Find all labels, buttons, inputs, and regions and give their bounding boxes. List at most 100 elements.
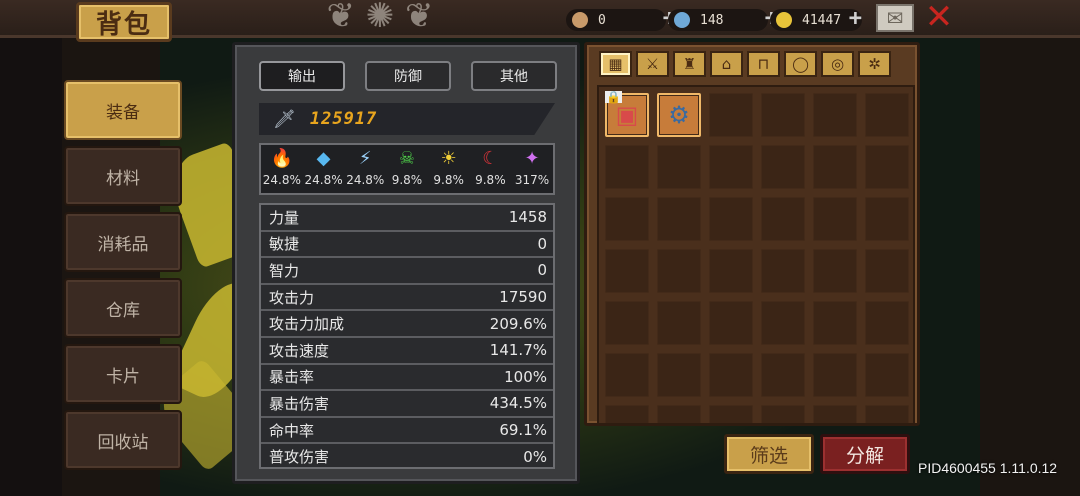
inventory-slot-empty[interactable] [657, 301, 701, 345]
inventory-slot-empty[interactable] [605, 145, 649, 189]
gear-settings-icon[interactable]: ✲ [858, 51, 891, 77]
sword-icon: 🗡 [273, 108, 296, 130]
inventory-slot-empty[interactable] [709, 301, 753, 345]
all-grid-icon[interactable]: ▦ [599, 51, 632, 77]
helmet-icon[interactable]: ⌂ [710, 51, 743, 77]
inventory-slot-empty[interactable] [657, 353, 701, 397]
inventory-slot-empty[interactable] [813, 249, 857, 293]
inventory-slot-empty[interactable] [709, 249, 753, 293]
element-value: 9.8% [433, 173, 464, 187]
armor-icon[interactable]: ♜ [673, 51, 706, 77]
stat-row-attack-speed: 攻击速度 141.7% [261, 338, 553, 365]
inventory-slot-empty[interactable] [605, 249, 649, 293]
inventory-slot-empty[interactable] [813, 197, 857, 241]
stat-list[interactable]: 力量 1458 敏捷 0 智力 0 攻击力 17590 攻击力加成 209.6% 攻击速度… [259, 203, 555, 469]
gear-ring-item-icon: ⚙ [668, 101, 690, 129]
inventory-slot-empty[interactable] [865, 405, 909, 423]
sidebar-item-recycle-bin[interactable]: 回收站 [64, 410, 182, 470]
inventory-slot-empty[interactable] [865, 197, 909, 241]
inventory-slot-empty[interactable] [865, 145, 909, 189]
inventory-slot-empty[interactable] [865, 301, 909, 345]
element-value: 9.8% [475, 173, 506, 187]
inventory-slot-empty[interactable] [813, 405, 857, 423]
stat-label: 敏捷 [269, 235, 300, 254]
inventory-slot-empty[interactable] [761, 93, 805, 137]
resource-b-icon [674, 12, 690, 28]
inventory-slot-empty[interactable] [761, 249, 805, 293]
resource-a-icon [572, 12, 588, 28]
sidebar-item-materials[interactable]: 材料 [64, 146, 182, 206]
inventory-slot-empty[interactable] [761, 197, 805, 241]
sidebar-item-equipment[interactable]: 装备 [64, 80, 182, 140]
stat-value: 1458 [508, 208, 547, 227]
version-label: PID4600455 1.11.0.12 [918, 460, 1058, 476]
inventory-slot-empty[interactable] [709, 405, 753, 423]
inventory-slot-empty[interactable] [761, 405, 805, 423]
inventory-slot-empty[interactable] [813, 93, 857, 137]
sidebar-item-consumables[interactable]: 消耗品 [64, 212, 182, 272]
ring-icon[interactable]: ◎ [821, 51, 854, 77]
necklace-icon[interactable]: ◯ [784, 51, 817, 77]
combat-power: 🗡 125917 [259, 103, 555, 135]
inventory-slot-empty[interactable] [657, 197, 701, 241]
gold-coin-icon [776, 12, 792, 28]
stat-value: 100% [504, 367, 547, 386]
mail-icon[interactable]: ✉ [876, 4, 914, 32]
sidebar-item-warehouse[interactable]: 仓库 [64, 278, 182, 338]
inventory-slot-empty[interactable] [761, 301, 805, 345]
inventory-slot-empty[interactable] [657, 405, 701, 423]
boots-icon[interactable]: ⊓ [747, 51, 780, 77]
resource-a-value: 0 [598, 12, 606, 28]
weapon-sword-icon[interactable]: ⚔ [636, 51, 669, 77]
inventory-slot-empty[interactable] [605, 405, 649, 423]
inventory-slot-empty[interactable] [605, 301, 649, 345]
inventory-slot-empty[interactable] [813, 145, 857, 189]
inventory-grid[interactable]: 🔒 ▣ ⚙ [597, 85, 915, 425]
inventory-slot-empty[interactable] [605, 197, 649, 241]
stat-label: 暴击伤害 [269, 394, 330, 413]
inventory-slot-empty[interactable] [709, 197, 753, 241]
inventory-slot-empty[interactable] [657, 249, 701, 293]
stat-row-agility: 敏捷 0 [261, 232, 553, 259]
category-filter-row: ▦ ⚔ ♜ ⌂ ⊓ ◯ ◎ ✲ [599, 51, 891, 77]
fire-icon: 🔥 [270, 148, 294, 169]
stat-value: 69.1% [499, 421, 547, 440]
stat-value: 17590 [499, 288, 547, 307]
inventory-slot-empty[interactable] [813, 353, 857, 397]
inventory-slot-empty[interactable] [657, 145, 701, 189]
stat-row-intelligence: 智力 0 [261, 258, 553, 285]
stat-label: 暴击率 [269, 368, 315, 387]
inventory-slot-empty[interactable] [865, 353, 909, 397]
stat-value: 0 [537, 234, 547, 253]
arcane-star-icon: ✦ [524, 148, 540, 169]
element-poison: ☠ 9.8% [387, 148, 427, 188]
inventory-slot-empty[interactable] [709, 93, 753, 137]
stat-row-basic-attack-damage: 普攻伤害 0% [261, 444, 553, 467]
inventory-slot-item[interactable]: ⚙ [657, 93, 701, 137]
inventory-slot-empty[interactable] [761, 353, 805, 397]
inventory-slot-empty[interactable] [865, 93, 909, 137]
element-dark: ☾ 9.8% [470, 149, 510, 188]
inventory-slot-empty[interactable] [865, 249, 909, 293]
close-icon[interactable]: ✕ [922, 0, 956, 34]
tab-defense[interactable]: 防御 [365, 61, 451, 91]
tab-output[interactable]: 输出 [259, 61, 345, 91]
inventory-slot-empty[interactable] [709, 353, 753, 397]
inventory-slot-empty[interactable] [813, 301, 857, 345]
inventory-slot-empty[interactable] [761, 145, 805, 189]
element-value: 24.8% [346, 173, 385, 187]
lightning-icon: ⚡ [358, 148, 372, 169]
stat-value: 141.7% [489, 341, 547, 360]
inventory-slot-empty[interactable] [605, 353, 649, 397]
add-gold-button[interactable]: + [849, 8, 862, 30]
filter-button[interactable]: 筛选 [724, 434, 814, 474]
decompose-button[interactable]: 分解 [820, 434, 910, 474]
resource-gold-value: 41447 [802, 12, 842, 28]
inventory-slot-empty[interactable] [709, 145, 753, 189]
tab-other[interactable]: 其他 [471, 61, 557, 91]
poison-skull-icon: ☠ [398, 148, 416, 169]
element-arcane: ✦ 317% [512, 148, 552, 188]
inventory-slot-item[interactable]: 🔒 ▣ [605, 91, 649, 137]
sidebar-item-cards[interactable]: 卡片 [64, 344, 182, 404]
page-title: 背包 [76, 2, 172, 42]
